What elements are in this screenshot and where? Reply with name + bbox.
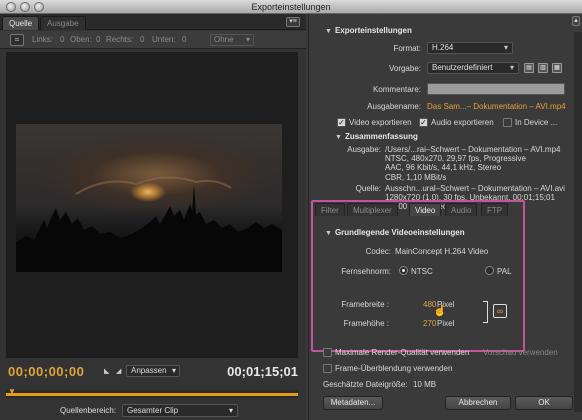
codec-value: MainConcept H.264 Video [395, 247, 489, 256]
output-name-label: Ausgabename: [367, 102, 421, 111]
tab-audio[interactable]: Audio [445, 203, 478, 216]
title-bar: Exporteinstellungen [0, 0, 582, 14]
pal-radio[interactable] [485, 266, 494, 275]
minimize-window-button[interactable] [20, 2, 30, 12]
import-preset-icon[interactable]: ▥ [538, 63, 548, 73]
mouse-cursor-icon: ☝ [433, 305, 447, 317]
crop-ratio-select[interactable]: Ohne [210, 34, 254, 46]
format-label: Format: [393, 44, 421, 53]
source-range-row: Quellenbereich: Gesamter Clip [0, 402, 306, 420]
crop-icon[interactable]: ⌗ [10, 34, 24, 46]
video-frame [16, 124, 282, 272]
summary-source-label: Quelle: [355, 184, 381, 193]
crop-bottom-value[interactable]: 0 [182, 35, 186, 44]
video-settings-header[interactable]: ▼ Grundlegende Videoeinstellungen [325, 228, 465, 237]
zoom-window-button[interactable] [34, 2, 44, 12]
output-name-link[interactable]: Das Sam...– Dokumentation – AVI.mp4 [427, 102, 566, 111]
disclosure-triangle-icon[interactable]: ▼ [325, 28, 332, 35]
export-settings-header[interactable]: ▼ Exporteinstellungen [325, 26, 412, 35]
summary-output-label: Ausgabe: [347, 145, 381, 154]
crop-top-label: Oben: [70, 35, 92, 44]
timecode-row: 00;00;00;00 ◣ ◢ Anpassen 00;01;15;01 [0, 360, 306, 390]
timeline-range-bar [6, 393, 298, 396]
crop-top-value[interactable]: 0 [96, 35, 100, 44]
frame-width-label: Framebreite : [341, 300, 389, 309]
ntsc-radio[interactable] [399, 266, 408, 275]
frame-blending-label: Frame-Überblendung verwenden [335, 364, 453, 373]
scrollbar[interactable] [574, 32, 582, 412]
delete-preset-icon[interactable]: ▦ [552, 63, 562, 73]
link-bracket [483, 301, 488, 323]
window-title: Exporteinstellungen [251, 2, 331, 12]
source-range-select[interactable]: Gesamter Clip [122, 404, 238, 417]
constrain-proportions-icon[interactable]: ∞ [493, 304, 507, 318]
video-export-checkbox[interactable]: ✓ [337, 118, 346, 127]
audio-export-checkbox[interactable]: ✓ [419, 118, 428, 127]
save-preset-icon[interactable]: ▤ [524, 63, 534, 73]
pal-label: PAL [497, 267, 512, 276]
panel-menu-icon[interactable]: ▾≡ [286, 17, 300, 27]
tab-filter[interactable]: Filter [315, 203, 345, 216]
selection-highlight [311, 200, 525, 352]
tab-quelle[interactable]: Quelle [2, 16, 40, 30]
max-render-quality-checkbox[interactable] [323, 348, 332, 357]
source-panel: Quelle Ausgabe ▾≡ ⌗ Links: 0 Oben: 0 Rec… [0, 14, 306, 420]
ntsc-label: NTSC [411, 267, 433, 276]
tv-norm-label: Fernsehnorm: [341, 267, 391, 276]
comments-field[interactable] [427, 83, 565, 95]
tree-silhouette-image [16, 176, 282, 272]
frame-height-unit: Pixel [437, 319, 455, 328]
ok-button[interactable]: OK [515, 396, 573, 410]
close-window-button[interactable] [6, 2, 16, 12]
tab-ftp[interactable]: FTP [481, 203, 509, 216]
format-select[interactable]: H.264 [427, 42, 513, 54]
scroll-up-icon[interactable]: ▴ [572, 16, 580, 26]
mark-in-icon[interactable]: ◣ [104, 367, 109, 375]
disclosure-triangle-icon[interactable]: ▼ [325, 230, 332, 237]
in-device-label: In Device ... [515, 118, 558, 127]
timeline-scrubber[interactable]: ▼ [6, 388, 298, 398]
disclosure-triangle-icon[interactable]: ▼ [335, 134, 342, 141]
cancel-button[interactable]: Abbrechen [445, 396, 511, 410]
frame-blending-checkbox[interactable] [323, 364, 332, 373]
crop-bottom-label: Unten: [152, 35, 176, 44]
settings-tab-bar: Filter Multiplexer Video Audio FTP [313, 203, 563, 217]
source-tab-bar: Quelle Ausgabe ▾≡ [0, 14, 306, 30]
codec-label: Codec: [365, 247, 391, 256]
video-export-label: Video exportieren [349, 118, 412, 127]
comments-label: Kommentare: [372, 85, 421, 94]
crop-toolbar: ⌗ Links: 0 Oben: 0 Rechts: 0 Unten: 0 Oh… [0, 31, 306, 49]
file-size-label: Geschätzte Dateigröße: [323, 380, 408, 389]
playhead-icon[interactable]: ▼ [8, 388, 16, 398]
mark-out-icon[interactable]: ◢ [116, 367, 121, 375]
crop-left-value[interactable]: 0 [60, 35, 64, 44]
crop-right-value[interactable]: 0 [140, 35, 144, 44]
in-device-checkbox[interactable] [503, 118, 512, 127]
max-render-quality-label: Maximale Render-Qualität verwenden [335, 348, 470, 357]
preview-use-label: Vorschau verwenden [483, 348, 558, 357]
zoom-fit-select[interactable]: Anpassen [126, 365, 180, 377]
current-timecode[interactable]: 00;00;00;00 [8, 364, 84, 379]
frame-height-label: Framehöhe : [343, 319, 389, 328]
tab-ausgabe[interactable]: Ausgabe [40, 16, 86, 30]
export-settings-panel: ▴ ▼Exporteinstellungen Format: H.264 Vor… [308, 14, 582, 420]
summary-header[interactable]: ▼ Zusammenfassung [335, 132, 418, 141]
preview-viewer [6, 52, 298, 358]
tab-video[interactable]: Video [409, 203, 442, 216]
metadata-button[interactable]: Metadaten... [323, 396, 383, 410]
preset-select[interactable]: Benutzerdefiniert [427, 62, 519, 74]
file-size-value: 10 MB [413, 380, 437, 389]
crop-right-label: Rechts: [106, 35, 134, 44]
audio-export-label: Audio exportieren [431, 118, 494, 127]
crop-left-label: Links: [32, 35, 53, 44]
source-range-label: Quellenbereich: [60, 406, 117, 415]
tab-multiplexer[interactable]: Multiplexer [347, 203, 398, 216]
preset-label: Vorgabe: [388, 64, 421, 73]
duration-timecode: 00;01;15;01 [227, 364, 298, 379]
frame-height-value[interactable]: 270 [423, 319, 436, 328]
summary-output-details: /Users/...rai–Schwert – Dokumentation – … [385, 145, 561, 182]
